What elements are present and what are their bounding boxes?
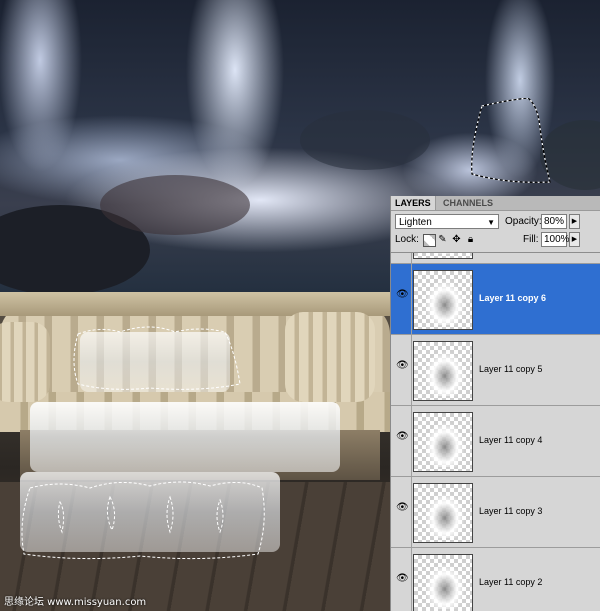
watermark: 思缘论坛 www.missyuan.com <box>4 597 147 608</box>
layer-row[interactable]: 👁︎ Layer 11 copy 5 <box>391 335 600 406</box>
layer-thumbnail <box>413 341 473 401</box>
layer-thumbnail <box>413 483 473 543</box>
layer-row[interactable] <box>391 253 600 264</box>
blend-mode-value: Lighten <box>399 217 432 228</box>
opacity-slider-button[interactable]: ▶ <box>569 214 580 229</box>
lock-row: Lock: ✎ ✥ 🔒︎ Fill: 100% ▶ <box>395 232 597 250</box>
lock-transparent-icon[interactable] <box>423 234 436 247</box>
lock-all-icon[interactable]: 🔒︎ <box>465 234 476 245</box>
tab-channels[interactable]: CHANNELS <box>439 196 497 210</box>
visibility-cell[interactable]: 👁︎ <box>391 548 412 611</box>
layer-thumbnail <box>413 554 473 611</box>
visibility-cell[interactable]: 👁︎ <box>391 477 412 547</box>
eye-icon[interactable]: 👁︎ <box>396 574 409 584</box>
opacity-label: Opacity: <box>505 216 542 227</box>
sofa-composite-photo: 思缘论坛 www.missyuan.com <box>0 292 390 611</box>
eye-icon[interactable]: 👁︎ <box>396 432 409 442</box>
layer-row[interactable]: 👁︎ Layer 11 copy 6 <box>391 264 600 335</box>
layer-name: Layer 11 copy 6 <box>479 293 547 303</box>
selection-marquee <box>21 326 265 560</box>
eye-icon[interactable]: 👁︎ <box>396 503 409 513</box>
selection-marquee <box>471 98 551 183</box>
visibility-cell[interactable]: 👁︎ <box>391 264 412 334</box>
layer-row[interactable]: 👁︎ Layer 11 copy 2 <box>391 548 600 611</box>
fill-label: Fill: <box>523 234 539 245</box>
lock-position-icon[interactable]: ✥ <box>451 234 462 245</box>
fill-slider-button[interactable]: ▶ <box>569 232 580 247</box>
visibility-cell[interactable] <box>391 253 412 263</box>
blend-row: Lighten ▼ Opacity: 80% ▶ <box>395 214 597 232</box>
rock <box>300 110 430 170</box>
tab-layers[interactable]: LAYERS <box>391 196 436 210</box>
blend-mode-select[interactable]: Lighten ▼ <box>395 214 499 229</box>
fill-input[interactable]: 100% <box>541 232 570 247</box>
lock-image-icon[interactable]: ✎ <box>437 234 448 245</box>
layer-thumbnail <box>413 412 473 472</box>
opacity-input[interactable]: 80% <box>541 214 567 229</box>
layers-panel: LAYERS CHANNELS Lighten ▼ Opacity: 80% ▶… <box>390 196 600 611</box>
eye-icon[interactable]: 👁︎ <box>396 361 409 371</box>
layer-thumbnail <box>413 270 473 330</box>
rock <box>100 175 250 235</box>
layer-thumbnail <box>413 253 473 259</box>
layer-name: Layer 11 copy 5 <box>479 364 543 374</box>
layer-name: Layer 11 copy 4 <box>479 435 543 445</box>
visibility-cell[interactable]: 👁︎ <box>391 335 412 405</box>
panel-tabs: LAYERS CHANNELS <box>391 196 600 211</box>
layer-row[interactable]: 👁︎ Layer 11 copy 4 <box>391 406 600 477</box>
eye-icon[interactable]: 👁︎ <box>396 290 409 300</box>
chevron-down-icon: ▼ <box>487 218 495 227</box>
layer-name: Layer 11 copy 2 <box>479 577 543 587</box>
lock-label: Lock: <box>395 234 419 245</box>
layers-list: 👁︎ Layer 11 copy 6 👁︎ Layer 11 copy 5 👁︎… <box>391 252 600 611</box>
layer-name: Layer 11 copy 3 <box>479 506 543 516</box>
layer-row[interactable]: 👁︎ Layer 11 copy 3 <box>391 477 600 548</box>
visibility-cell[interactable]: 👁︎ <box>391 406 412 476</box>
